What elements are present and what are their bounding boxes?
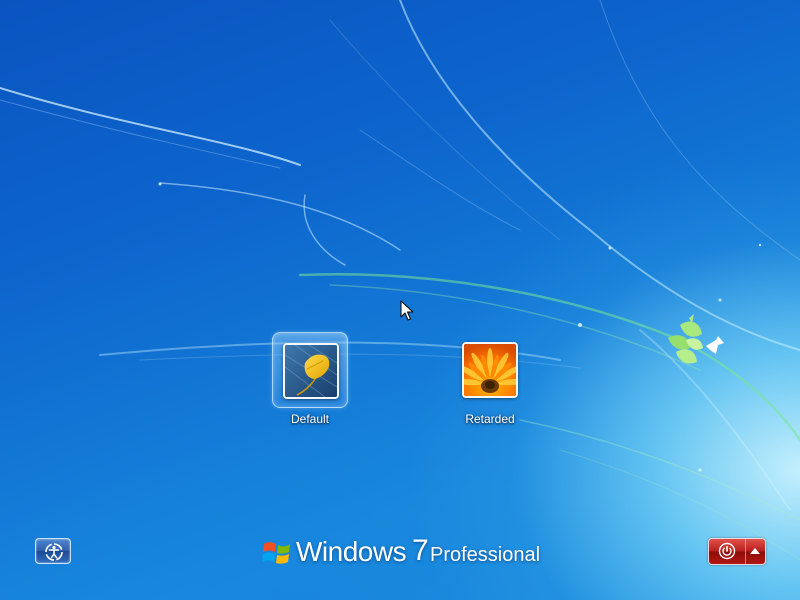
user-name-label: Retarded: [465, 412, 515, 426]
shut-down-button[interactable]: [709, 539, 746, 564]
ease-of-access-icon: [45, 543, 63, 561]
power-icon: [718, 542, 736, 560]
shut-down-options-button[interactable]: [746, 539, 765, 564]
windows-version: 7: [412, 534, 429, 567]
windows-flag-logo: [262, 542, 290, 564]
user-tile-frame: [272, 332, 348, 408]
windows-wordmark: Windows: [296, 536, 407, 567]
user-tile-frame: [452, 332, 528, 408]
bird-and-leaves-decoration: [668, 314, 724, 364]
user-tile-default[interactable]: Default: [240, 332, 380, 426]
shut-down-button-group: [708, 538, 766, 565]
flower-picture: [462, 342, 518, 398]
windows-edition: Professional: [430, 544, 541, 566]
ease-of-access-button[interactable]: [35, 538, 71, 564]
leaf-picture: [283, 343, 339, 399]
user-name-label: Default: [290, 412, 330, 426]
arrow-up-icon: [750, 548, 760, 554]
mouse-cursor-icon: [400, 300, 414, 321]
user-tile-retarded[interactable]: Retarded: [420, 332, 560, 426]
